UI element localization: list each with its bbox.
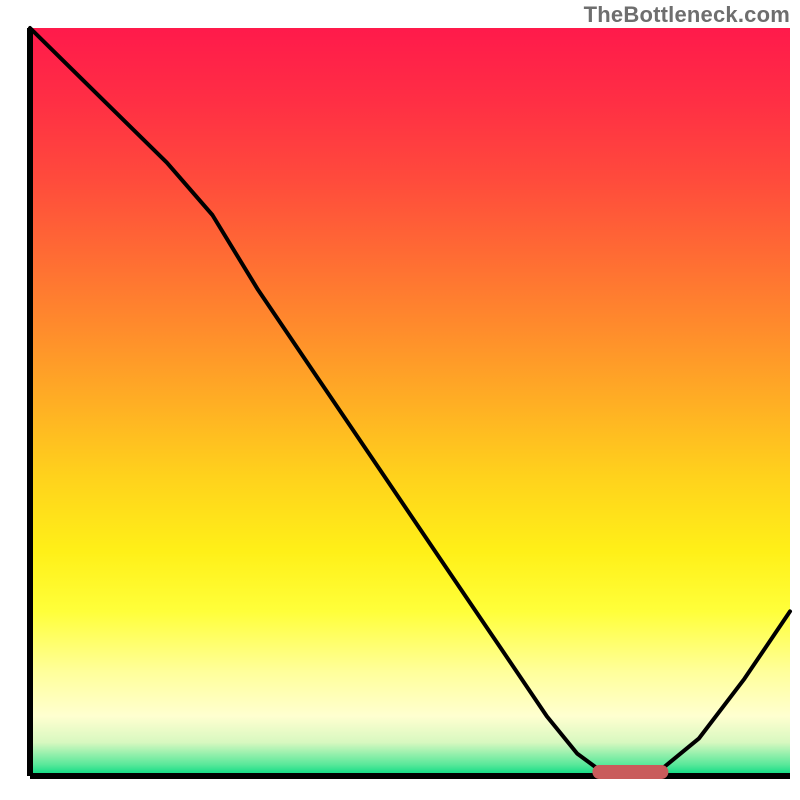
optimal-range-marker	[592, 765, 668, 779]
watermark-text: TheBottleneck.com	[584, 2, 790, 28]
chart-svg	[0, 0, 800, 800]
chart-container: TheBottleneck.com	[0, 0, 800, 800]
